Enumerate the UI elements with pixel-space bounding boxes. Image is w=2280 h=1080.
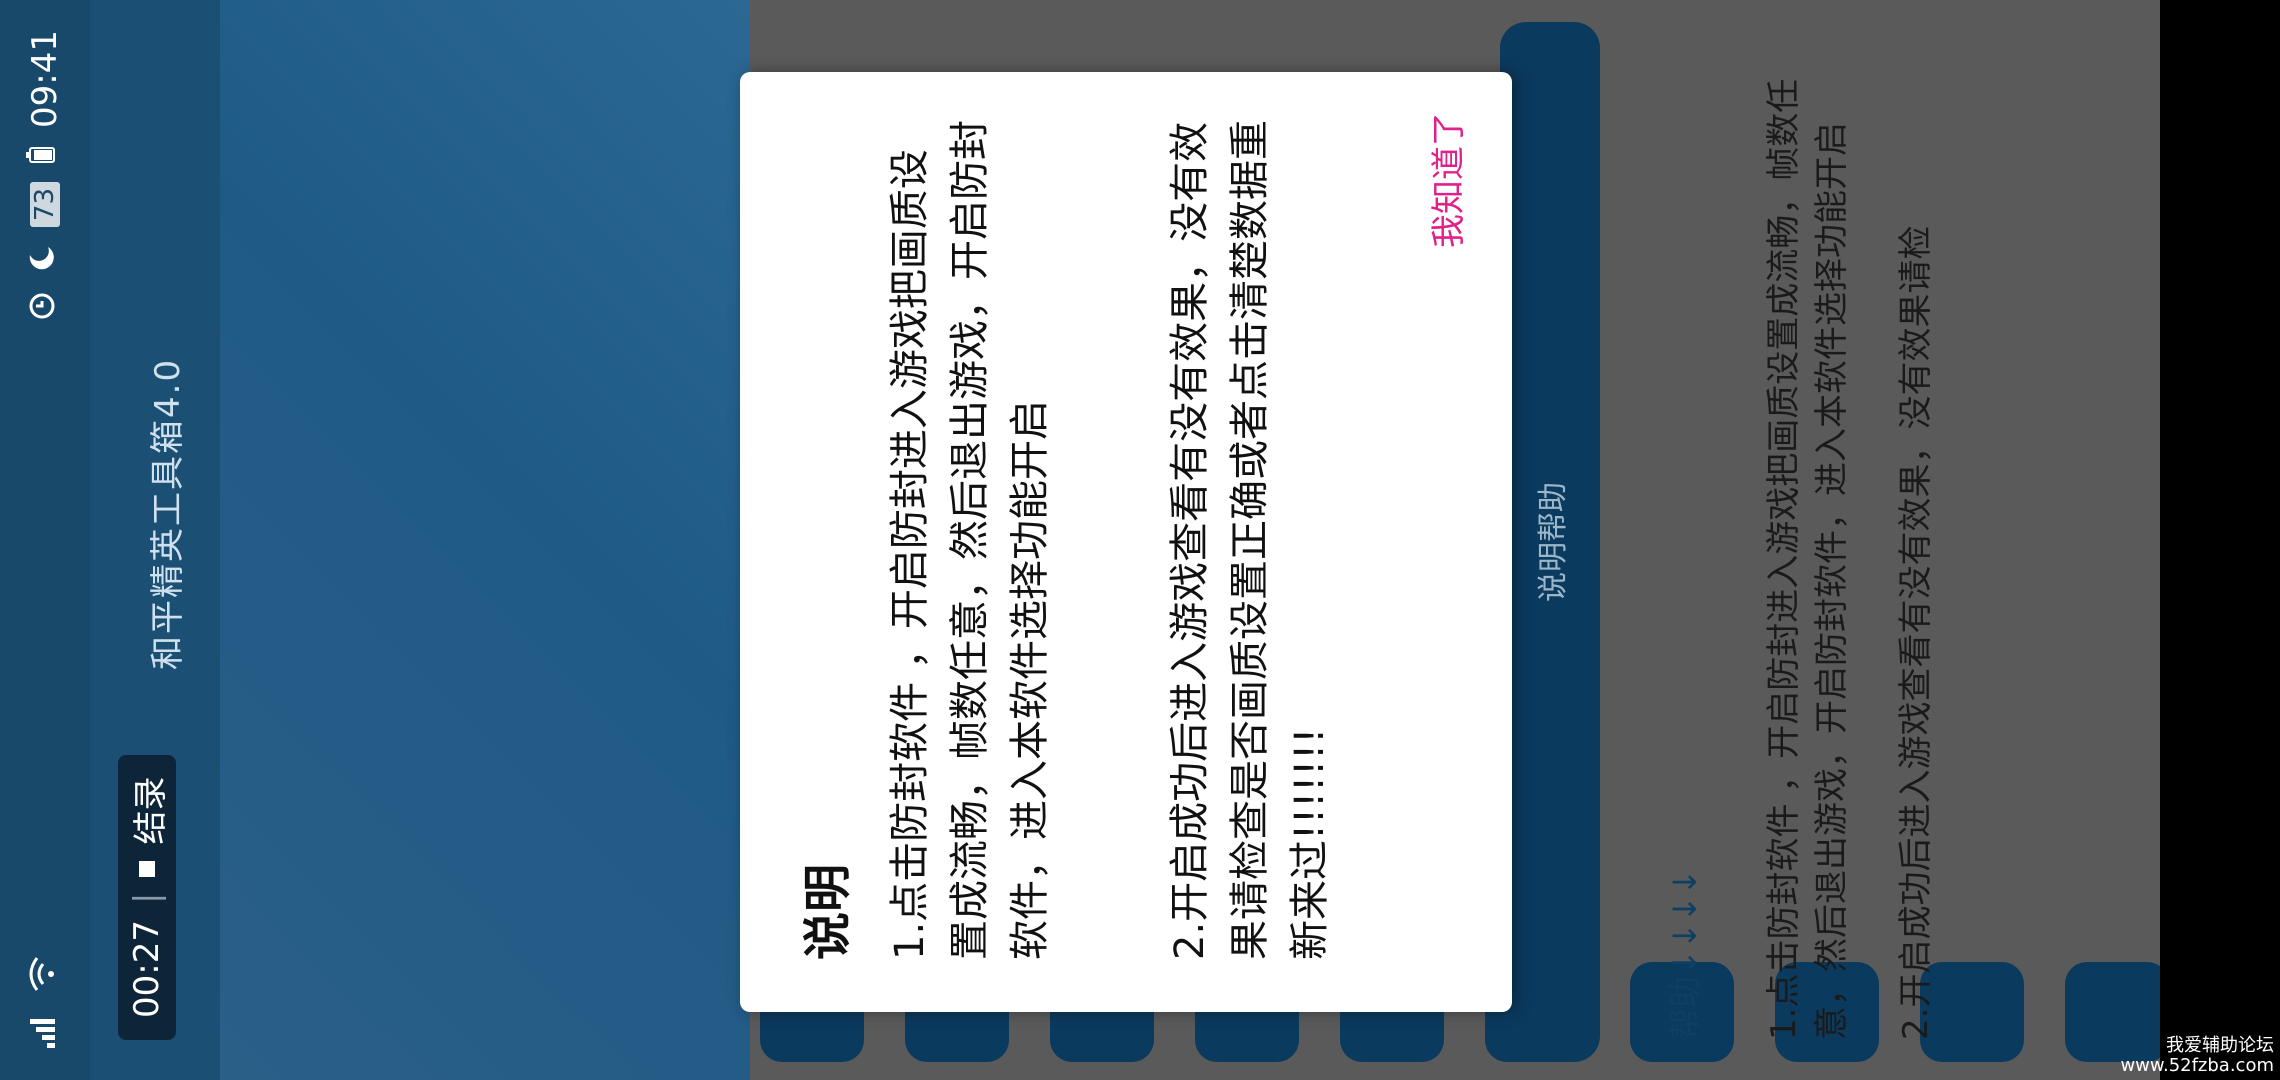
header-banner: [220, 0, 750, 1080]
help-item-2: 2.开启成功后进入游戏查看有没有效果，没有效果请检: [1896, 225, 1936, 1040]
watermark: 我爱辅助论坛 www.52fzba.com: [2120, 1036, 2274, 1076]
help-button[interactable]: 说明帮助: [1500, 22, 1600, 1062]
stop-icon: [139, 860, 155, 877]
wifi-icon: [25, 956, 66, 992]
help-heading: 帮助↓↓↓↓: [1666, 868, 1704, 1040]
help-button-label: 说明帮助: [1536, 482, 1571, 602]
help-item-1: 1.点击防封软件 ，开启防封进入游戏把画质设置成流畅，帧数任意，然后退出游戏，开…: [1764, 78, 1852, 1040]
alarm-icon: [25, 291, 65, 321]
watermark-line-1: 我爱辅助论坛: [2166, 1035, 2274, 1056]
phone-screen: 73 09:41 00:27 | 结录 和平精英工具箱4.0 说明帮助 帮助↓↓…: [0, 0, 2160, 1080]
status-left: [0, 956, 90, 1050]
status-bar: 73 09:41: [0, 0, 90, 1080]
instructions-dialog: 说明 1.点击防封软件 ，开启防封进入游戏把画质设置成流畅，帧数任意，然后退出游…: [740, 72, 1512, 1012]
record-time: 00:27: [127, 920, 167, 1018]
app-title: 和平精英工具箱4.0: [148, 357, 188, 670]
battery-level: 73: [30, 181, 60, 228]
screen-record-indicator[interactable]: 00:27 | 结录: [118, 754, 176, 1040]
dialog-ok-button[interactable]: 我知道了: [1421, 112, 1470, 248]
dialog-paragraph-1: 1.点击防封软件 ，开启防封进入游戏把画质设置成流畅，帧数任意，然后退出游戏，开…: [887, 120, 1053, 960]
status-right: 73 09:41: [0, 30, 90, 321]
clock-time: 09:41: [25, 30, 65, 128]
dialog-paragraph-2: 2.开启成功后进入游戏查看有没有效果，没有效果请检查是否画质设置正确或者点击清楚…: [1167, 120, 1333, 960]
signal-icon: [25, 1010, 66, 1050]
battery-icon: [25, 146, 65, 164]
dialog-title: 说明: [800, 863, 856, 960]
help-text: 1.点击防封软件 ，开启防封进入游戏把画质设置成流畅，帧数任意，然后退出游戏，开…: [1760, 40, 1940, 1040]
record-stop-label: 结录: [130, 776, 171, 845]
moon-icon: [25, 245, 65, 273]
record-divider: |: [127, 892, 167, 905]
watermark-line-2: www.52fzba.com: [2120, 1055, 2274, 1076]
